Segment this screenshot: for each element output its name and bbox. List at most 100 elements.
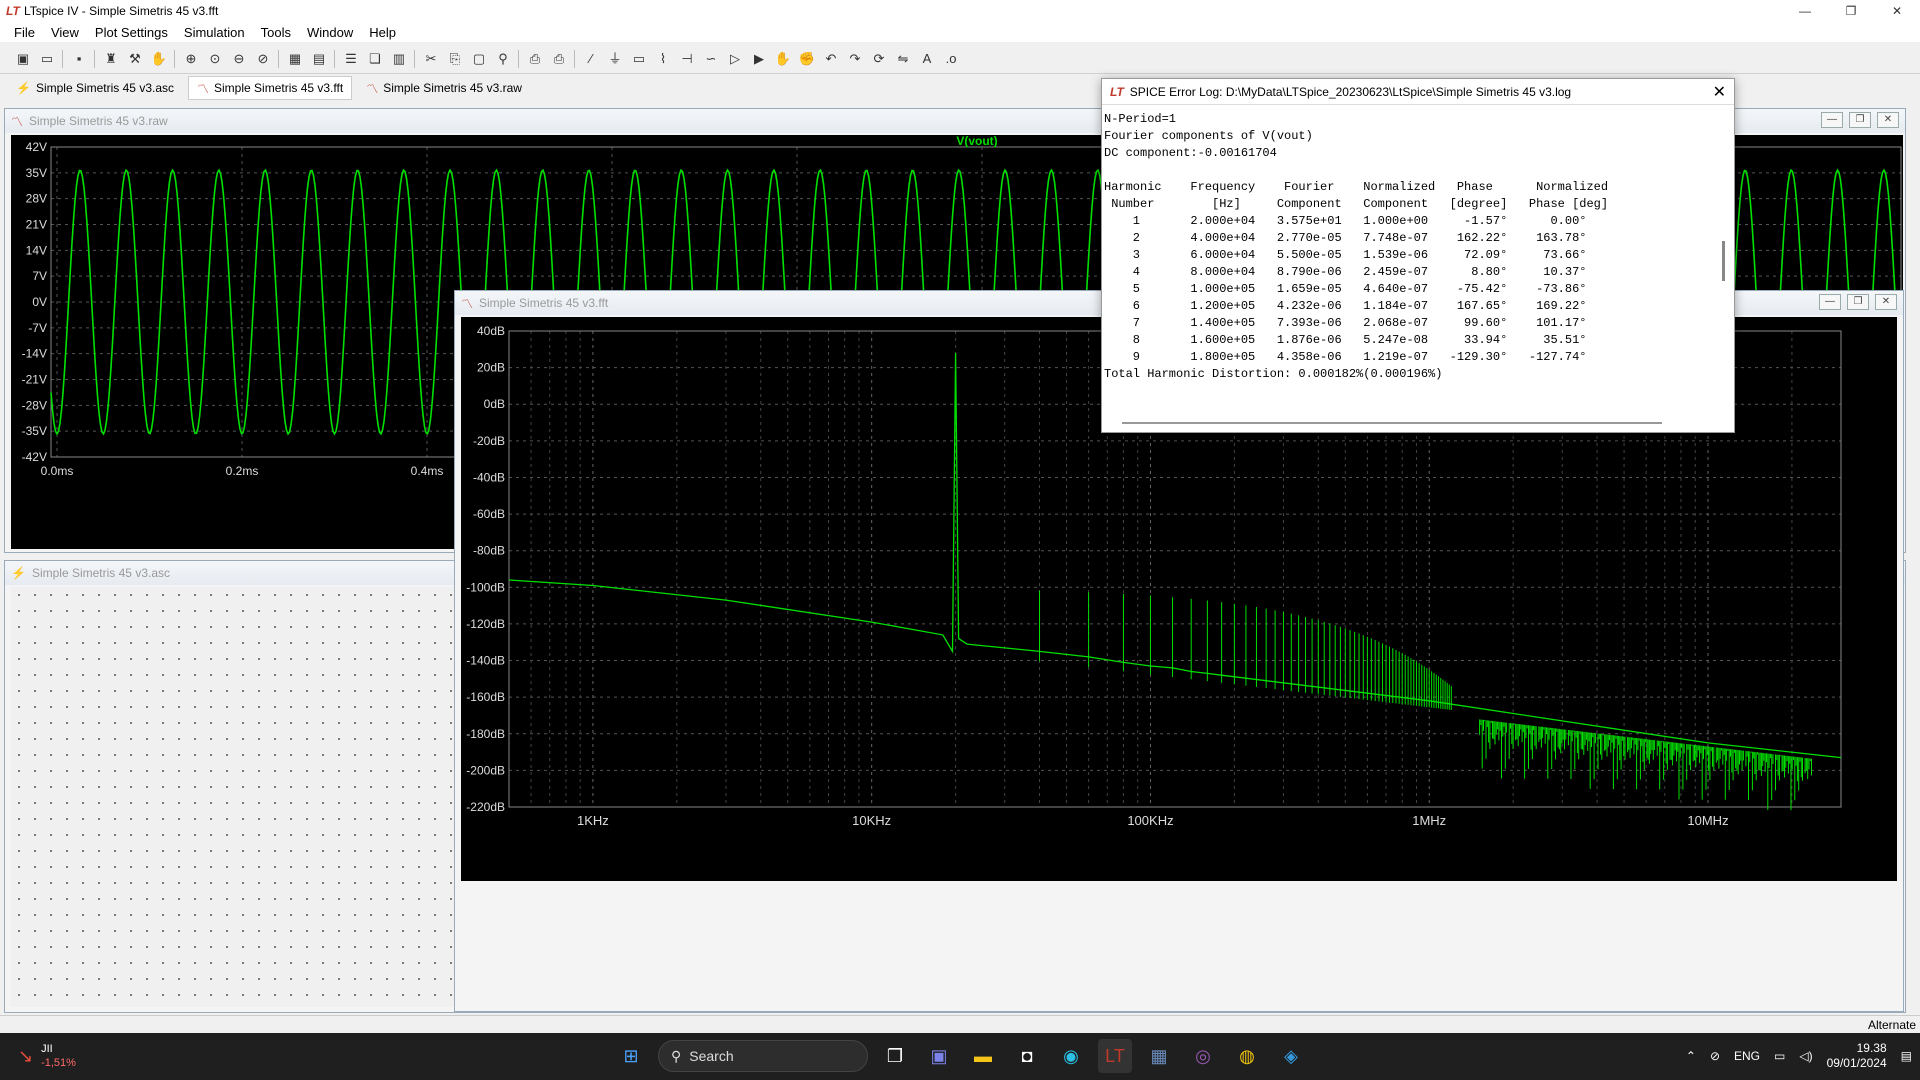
fft-close-button[interactable]: ✕ — [1875, 294, 1897, 310]
ltspice-taskbar-icon[interactable]: LT — [1098, 1039, 1132, 1073]
widgets-button[interactable]: ↘ JII -1,51% — [18, 1042, 76, 1070]
ground-icon[interactable]: ⏚ — [606, 50, 624, 68]
error-log-vscrollbar[interactable] — [1720, 111, 1730, 401]
error-log-line: 2 4.000e+04 2.770e-05 7.748e-07 162.22° … — [1104, 231, 1587, 245]
raw-close-button[interactable]: ✕ — [1877, 112, 1899, 128]
fft-window-controls: — ❐ ✕ — [1819, 294, 1897, 310]
error-log-text[interactable]: N-Period=1 Fourier components of V(vout) D… — [1104, 111, 1714, 401]
label-icon[interactable]: ▭ — [630, 50, 648, 68]
find-icon[interactable]: ⚲ — [494, 50, 512, 68]
edge-icon[interactable]: ◉ — [1054, 1039, 1088, 1073]
maximize-button[interactable]: ❐ — [1828, 0, 1874, 22]
open-icon[interactable]: ▭ — [38, 50, 56, 68]
menu-window[interactable]: Window — [299, 25, 361, 40]
print-icon[interactable]: ⎙ — [526, 50, 544, 68]
chevron-up-icon[interactable]: ⌃ — [1686, 1049, 1696, 1063]
tile-horizontal-icon[interactable]: ☰ — [342, 50, 360, 68]
text-icon[interactable]: A — [918, 50, 936, 68]
resistor-icon[interactable]: ⌇ — [654, 50, 672, 68]
tile-vertical-icon[interactable]: ▥ — [390, 50, 408, 68]
zoom-area-icon[interactable]: ⊙ — [206, 50, 224, 68]
store-icon[interactable]: ◘ — [1010, 1039, 1044, 1073]
rotate-icon[interactable]: ⟳ — [870, 50, 888, 68]
toolbar-separator — [574, 49, 576, 68]
taskbar-search[interactable]: ⚲ Search — [658, 1040, 868, 1072]
fft-restore-button[interactable]: ❐ — [1847, 294, 1869, 310]
capacitor-icon[interactable]: ⊣ — [678, 50, 696, 68]
app-icon[interactable]: ◈ — [1274, 1039, 1308, 1073]
error-log-line: DC component:-0.00161704 — [1104, 146, 1277, 160]
task-view-icon[interactable]: ❐ — [878, 1039, 912, 1073]
window-controls: — ❐ ✕ — [1782, 0, 1920, 22]
run-icon[interactable]: ♜ — [102, 50, 120, 68]
spice-directive-icon[interactable]: .o — [942, 50, 960, 68]
app-icon[interactable]: ◎ — [1186, 1039, 1220, 1073]
error-log-line: 6 1.200e+05 4.232e-06 1.184e-07 167.65° … — [1104, 299, 1587, 313]
teams-icon[interactable]: ▣ — [922, 1039, 956, 1073]
inductor-icon[interactable]: ∽ — [702, 50, 720, 68]
error-log-titlebar[interactable]: LT SPICE Error Log: D:\MyData\LTSpice_20… — [1102, 79, 1734, 105]
cut-icon[interactable]: ✂ — [422, 50, 440, 68]
move-icon[interactable]: ✋ — [774, 50, 792, 68]
cascade-icon[interactable]: ❏ — [366, 50, 384, 68]
clock[interactable]: 19.38 09/01/2024 — [1827, 1041, 1887, 1071]
drag-icon[interactable]: ✊ — [798, 50, 816, 68]
paste-icon[interactable]: ▢ — [470, 50, 488, 68]
calculator-icon[interactable]: ▦ — [1142, 1039, 1176, 1073]
zoom-out-icon[interactable]: ⊖ — [230, 50, 248, 68]
undo-icon[interactable]: ↶ — [822, 50, 840, 68]
stock-chart-icon: ↘ — [18, 1045, 34, 1066]
plot-pane-icon[interactable]: ▤ — [310, 50, 328, 68]
error-log-close-icon[interactable]: ✕ — [1713, 82, 1726, 102]
y-tick-label: -14V — [22, 347, 47, 361]
tab-raw[interactable]: 〽 Simple Simetris 45 v3.raw — [358, 76, 530, 100]
error-log-line: 3 6.000e+04 5.500e-05 1.539e-06 72.09° 7… — [1104, 248, 1587, 262]
close-button[interactable]: ✕ — [1874, 0, 1920, 22]
volume-icon[interactable]: ◁) — [1799, 1049, 1812, 1063]
zoom-in-icon[interactable]: ⊕ — [182, 50, 200, 68]
clock-time: 19.38 — [1856, 1041, 1887, 1055]
pan-icon[interactable]: ✋ — [150, 50, 168, 68]
menu-plot-settings[interactable]: Plot Settings — [87, 25, 176, 40]
halt-icon[interactable]: ⚒ — [126, 50, 144, 68]
wire-icon[interactable]: ∕ — [582, 50, 600, 68]
menu-help[interactable]: Help — [361, 25, 404, 40]
raw-minimize-button[interactable]: — — [1821, 112, 1843, 128]
y-tick-label: 28V — [26, 192, 47, 206]
new-schematic-icon[interactable]: ▣ — [14, 50, 32, 68]
scroll-thumb[interactable] — [1722, 241, 1725, 281]
fft-minimize-button[interactable]: — — [1819, 294, 1841, 310]
raw-restore-button[interactable]: ❐ — [1849, 112, 1871, 128]
minimize-button[interactable]: — — [1782, 0, 1828, 22]
chrome-icon[interactable]: ◍ — [1230, 1039, 1264, 1073]
display-icon[interactable]: ▭ — [1774, 1049, 1785, 1063]
menu-view[interactable]: View — [43, 25, 87, 40]
language-indicator[interactable]: ENG — [1734, 1049, 1760, 1063]
menu-simulation[interactable]: Simulation — [176, 25, 253, 40]
notification-icon[interactable]: ▤ — [1901, 1049, 1912, 1063]
menu-file[interactable]: File — [6, 25, 43, 40]
toolbar: ▣ ▭ ▪ ♜ ⚒ ✋ ⊕ ⊙ ⊖ ⊘ ▦ ▤ ☰ ❏ ▥ ✂ ⎘ ▢ ⚲ ⎙ … — [0, 44, 1920, 74]
toolbar-separator — [174, 49, 176, 68]
menu-tools[interactable]: Tools — [253, 25, 299, 40]
component-icon[interactable]: ▶ — [750, 50, 768, 68]
copy-icon[interactable]: ⎘ — [446, 50, 464, 68]
raw-window-controls: — ❐ ✕ — [1821, 112, 1899, 128]
file-explorer-icon[interactable]: ▬ — [966, 1039, 1000, 1073]
error-log-hscrollbar[interactable] — [1122, 422, 1662, 424]
tab-fft[interactable]: 〽 Simple Simetris 45 v3.fft — [188, 76, 353, 100]
mirror-icon[interactable]: ⇋ — [894, 50, 912, 68]
windows-start-icon[interactable]: ⊞ — [614, 1039, 648, 1073]
redo-icon[interactable]: ↷ — [846, 50, 864, 68]
zoom-fit-icon[interactable]: ⊘ — [254, 50, 272, 68]
print-setup-icon[interactable]: ⎙ — [550, 50, 568, 68]
spice-error-log-dialog[interactable]: LT SPICE Error Log: D:\MyData\LTSpice_20… — [1101, 78, 1735, 433]
save-icon[interactable]: ▪ — [70, 50, 88, 68]
asc-window-title: Simple Simetris 45 v3.asc — [31, 566, 170, 580]
tab-label: Simple Simetris 45 v3.fft — [214, 81, 344, 95]
diode-icon[interactable]: ▷ — [726, 50, 744, 68]
tab-asc[interactable]: ⚡ Simple Simetris 45 v3.asc — [8, 76, 182, 100]
autorange-icon[interactable]: ▦ — [286, 50, 304, 68]
network-off-icon[interactable]: ⊘ — [1710, 1049, 1720, 1063]
x-tick-label: 10KHz — [852, 813, 891, 828]
